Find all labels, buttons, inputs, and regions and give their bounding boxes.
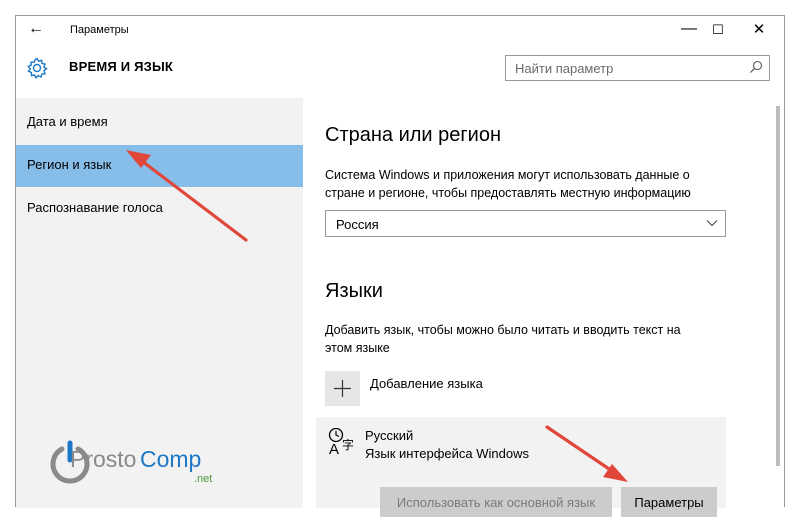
svg-text:A: A [329,441,339,457]
language-name: Русский [365,428,414,443]
sidebar-item-date-time[interactable]: Дата и время [16,102,303,144]
add-language-button[interactable] [325,371,360,406]
logo-text-net: .net [194,473,213,485]
app-header: ВРЕМЯ И ЯЗЫК [16,46,784,98]
search-icon[interactable] [749,60,763,74]
settings-window: ← Параметры — ☐ ✕ ВРЕМЯ И ЯЗЫК Дата и вр… [15,15,785,517]
window-title: Параметры [70,24,129,36]
language-options-button[interactable]: Параметры [621,487,717,517]
chevron-down-icon [706,220,718,227]
sidebar-item-label: Регион и язык [27,157,112,172]
logo-text-prosto: Prosto [70,446,137,472]
prostocomp-logo: Prosto Comp .net [46,440,246,490]
logo-text-comp: Comp [140,446,202,472]
close-button[interactable]: ✕ [749,20,769,38]
search-input[interactable] [506,56,745,80]
add-language-label[interactable]: Добавление языка [370,376,483,391]
country-selected-value: Россия [336,217,379,232]
region-description-line2: стране и регионе, чтобы предоставлять ме… [325,186,691,200]
languages-heading: Языки [325,280,383,302]
scrollbar[interactable] [776,106,780,466]
plus-icon [334,380,351,397]
search-box [505,55,770,81]
languages-description-line1: Добавить язык, чтобы можно было читать и… [325,323,681,337]
country-dropdown[interactable]: Россия [325,210,726,237]
title-bar: ← Параметры — ☐ ✕ [16,16,784,46]
language-icon: A 字 [328,427,354,457]
gear-icon [27,57,48,79]
region-heading: Страна или регион [325,124,502,146]
back-arrow-icon[interactable]: ← [28,20,44,38]
sidebar-item-region-language[interactable]: Регион и язык [16,145,303,187]
svg-text:字: 字 [342,437,354,452]
sidebar-item-label: Распознавание голоса [27,200,163,215]
sidebar: Дата и время Регион и язык Распознавание… [16,98,303,508]
sidebar-item-speech[interactable]: Распознавание голоса [16,188,303,230]
minimize-button[interactable]: — [679,20,699,38]
languages-description-line2: этом языке [325,341,390,355]
maximize-button[interactable]: ☐ [708,22,728,38]
set-default-language-button[interactable]: Использовать как основной язык [380,487,612,517]
region-description-line1: Система Windows и приложения могут испол… [325,168,690,182]
sidebar-item-label: Дата и время [27,114,108,129]
page-title: ВРЕМЯ И ЯЗЫК [69,59,174,74]
main-content: Страна или регион Система Windows и прил… [303,98,784,517]
language-item-russian[interactable]: A 字 Русский Язык интерфейса Windows Испо… [316,417,726,517]
language-subtitle: Язык интерфейса Windows [365,446,529,461]
